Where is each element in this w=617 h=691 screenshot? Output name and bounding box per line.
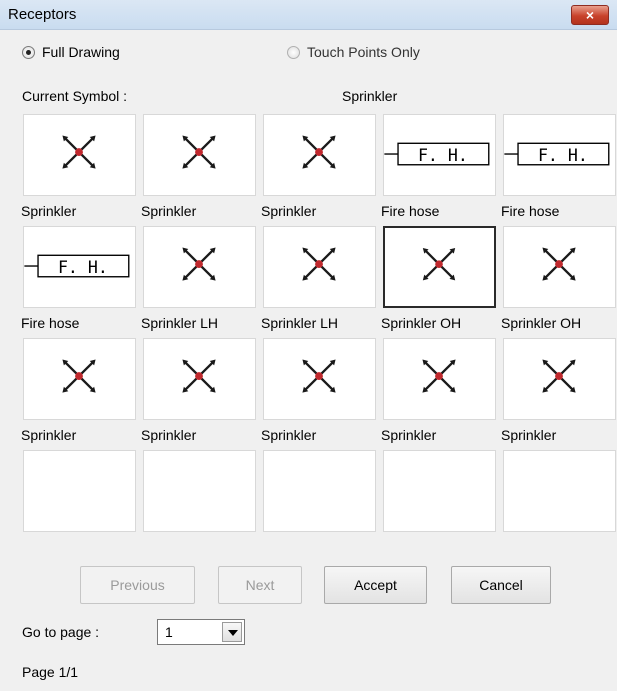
symbol-caption: Sprinkler LH bbox=[261, 315, 339, 331]
receptors-dialog: Receptors × Full Drawing Touch Points On… bbox=[0, 0, 617, 691]
symbol-caption: Sprinkler OH bbox=[501, 315, 582, 331]
symbol-cell[interactable] bbox=[383, 226, 496, 308]
symbol-cell[interactable] bbox=[263, 114, 376, 196]
accept-button-label: Accept bbox=[354, 577, 397, 593]
page-select[interactable]: 1 bbox=[157, 619, 245, 645]
symbol-caption: Sprinkler bbox=[381, 427, 437, 443]
symbol-caption: Sprinkler bbox=[261, 427, 317, 443]
symbol-caption: Sprinkler LH bbox=[141, 315, 219, 331]
symbol-cell[interactable] bbox=[503, 338, 616, 420]
next-button-label: Next bbox=[245, 577, 275, 593]
sprinkler-symbol-icon bbox=[302, 359, 336, 393]
fire-hose-symbol-icon: F. H. bbox=[384, 142, 490, 166]
symbol-cell-empty[interactable] bbox=[23, 450, 136, 532]
symbol-caption: Sprinkler bbox=[21, 203, 77, 219]
touch-points-only-radio[interactable]: Touch Points Only bbox=[287, 42, 420, 62]
symbol-cell[interactable] bbox=[263, 338, 376, 420]
page-status: Page 1/1 bbox=[22, 664, 79, 680]
full-drawing-label: Full Drawing bbox=[42, 44, 120, 60]
fire-hose-glyph: F. H. bbox=[58, 258, 108, 277]
symbol-cell[interactable] bbox=[23, 338, 136, 420]
sprinkler-symbol-icon bbox=[302, 135, 336, 169]
symbol-cell-empty[interactable] bbox=[503, 450, 616, 532]
previous-button[interactable]: Previous bbox=[80, 566, 195, 604]
sprinkler-symbol-icon bbox=[62, 135, 96, 169]
window-title: Receptors bbox=[8, 6, 77, 23]
full-drawing-radio[interactable]: Full Drawing bbox=[22, 42, 120, 62]
sprinkler-symbol-icon bbox=[62, 359, 96, 393]
sprinkler-symbol-icon bbox=[302, 247, 336, 281]
sprinkler-symbol-icon bbox=[542, 359, 576, 393]
cancel-button[interactable]: Cancel bbox=[451, 566, 551, 604]
sprinkler-symbol-icon bbox=[542, 247, 576, 281]
symbol-cell[interactable] bbox=[143, 114, 256, 196]
symbol-cell[interactable]: F. H. bbox=[503, 114, 616, 196]
symbol-caption: Sprinkler bbox=[141, 427, 197, 443]
sprinkler-symbol-icon bbox=[422, 359, 456, 393]
symbol-caption: Fire hose bbox=[21, 315, 80, 331]
symbol-cell[interactable] bbox=[503, 226, 616, 308]
fire-hose-symbol-icon: F. H. bbox=[504, 142, 610, 166]
symbol-caption: Sprinkler bbox=[261, 203, 317, 219]
close-button[interactable]: × bbox=[571, 5, 609, 25]
go-to-page-label: Go to page : bbox=[22, 624, 100, 640]
next-button[interactable]: Next bbox=[218, 566, 302, 604]
symbol-cell-empty[interactable] bbox=[263, 450, 376, 532]
chevron-down-icon[interactable] bbox=[222, 622, 242, 642]
symbol-cell[interactable] bbox=[143, 226, 256, 308]
symbol-cell[interactable]: F. H. bbox=[23, 226, 136, 308]
symbol-cell[interactable] bbox=[143, 338, 256, 420]
previous-button-label: Previous bbox=[110, 577, 165, 593]
accept-button[interactable]: Accept bbox=[324, 566, 427, 604]
radio-selected-icon bbox=[22, 45, 35, 59]
fire-hose-symbol-icon: F. H. bbox=[24, 254, 130, 278]
page-select-value: 1 bbox=[165, 624, 173, 640]
symbol-cell[interactable]: F. H. bbox=[383, 114, 496, 196]
symbol-caption: Sprinkler bbox=[141, 203, 197, 219]
symbol-cell[interactable] bbox=[263, 226, 376, 308]
title-bar: Receptors × bbox=[0, 0, 617, 30]
close-icon: × bbox=[585, 7, 595, 23]
symbol-caption: Sprinkler bbox=[21, 427, 77, 443]
symbol-caption: Sprinkler OH bbox=[381, 315, 462, 331]
fire-hose-glyph: F. H. bbox=[538, 146, 588, 165]
symbol-cell[interactable] bbox=[23, 114, 136, 196]
symbol-cell-empty[interactable] bbox=[143, 450, 256, 532]
symbol-cell[interactable] bbox=[383, 338, 496, 420]
sprinkler-symbol-icon bbox=[182, 247, 216, 281]
symbol-caption: Fire hose bbox=[381, 203, 440, 219]
current-symbol-value: Sprinkler bbox=[342, 88, 398, 104]
sprinkler-symbol-icon bbox=[422, 247, 456, 281]
symbol-cell-empty[interactable] bbox=[383, 450, 496, 532]
sprinkler-symbol-icon bbox=[182, 135, 216, 169]
sprinkler-symbol-icon bbox=[182, 359, 216, 393]
symbol-caption: Fire hose bbox=[501, 203, 560, 219]
symbol-caption: Sprinkler bbox=[501, 427, 557, 443]
cancel-button-label: Cancel bbox=[479, 577, 523, 593]
current-symbol-label: Current Symbol : bbox=[22, 88, 128, 104]
fire-hose-glyph: F. H. bbox=[418, 146, 468, 165]
radio-unselected-icon bbox=[287, 45, 300, 59]
touch-points-only-label: Touch Points Only bbox=[307, 44, 420, 60]
